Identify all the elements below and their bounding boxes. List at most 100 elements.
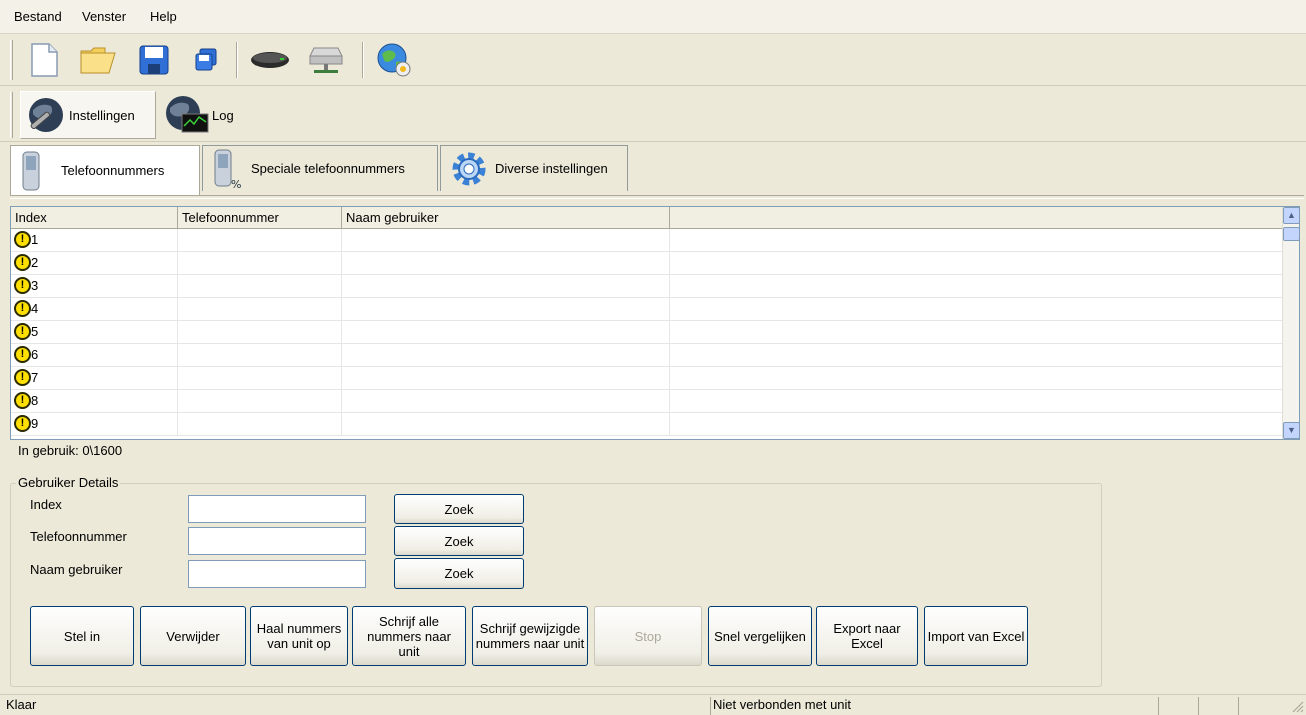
warning-icon: ! [14,254,31,271]
status-panel-empty [1238,697,1282,715]
device-button[interactable] [250,40,290,80]
phone-icon [22,151,40,190]
open-button[interactable] [78,40,118,80]
verwijder-button[interactable]: Verwijder [140,606,246,666]
table-cell [342,344,670,367]
save-all-icon [195,48,217,71]
row-index: 4 [31,301,39,316]
index-input[interactable] [188,495,366,523]
table-cell: ! 9 [11,413,178,436]
table-cell: ! 3 [11,275,178,298]
table-row[interactable]: ! 5 [11,321,1283,344]
menu-bestand[interactable]: Bestand [14,9,62,24]
status-bar: Klaar Niet verbonden met unit [0,694,1306,715]
phone-number-list[interactable]: Index Telefoonnummer Naam gebruiker ! 1! 2… [10,206,1300,440]
column-header-naam-gebruiker[interactable]: Naam gebruiker [342,207,670,229]
telefoonnummer-input[interactable] [188,527,366,555]
warning-icon: ! [14,392,31,409]
warning-icon: ! [14,277,31,294]
table-cell [178,390,342,413]
device-icon [251,52,289,68]
log-globe-icon [166,96,209,133]
tab-speciale-label: Speciale telefoonnummers [251,161,405,176]
table-cell: ! 6 [11,344,178,367]
new-file-icon [31,43,58,77]
tab-telefoonnummers[interactable]: Telefoonnummers [10,145,200,195]
column-header-telefoonnummer[interactable]: Telefoonnummer [178,207,342,229]
save-icon [139,45,169,75]
menu-venster[interactable]: Venster [82,9,126,24]
warning-icon: ! [14,323,31,340]
new-file-button[interactable] [24,40,64,80]
export-excel-button[interactable]: Export naar Excel [816,606,918,666]
resize-grip-icon[interactable] [1290,699,1304,713]
row-index: 2 [31,255,39,270]
table-cell: ! 1 [11,229,178,252]
table-cell [178,252,342,275]
table-cell [342,229,670,252]
haal-nummers-button[interactable]: Haal nummers van unit op [250,606,348,666]
tab-diverse-label: Diverse instellingen [495,161,608,176]
menu-bar: Bestand Venster Help [0,0,1306,34]
table-cell [178,367,342,390]
table-cell [670,321,1283,344]
tab-divider [10,195,1304,199]
network-button[interactable] [306,40,346,80]
scroll-down-button[interactable]: ▼ [1283,422,1299,439]
table-cell [670,229,1283,252]
stop-button[interactable]: Stop [594,606,702,666]
save-button[interactable] [134,40,174,80]
table-row[interactable]: ! 2 [11,252,1283,275]
table-cell: ! 7 [11,367,178,390]
index-label: Index [30,497,62,512]
schrijf-gewijzigde-button[interactable]: Schrijf gewijzigde nummers naar unit [472,606,588,666]
naam-gebruiker-input[interactable] [188,560,366,588]
naam-gebruiker-label: Naam gebruiker [30,562,123,577]
view-instellingen-button[interactable]: Instellingen [20,91,156,139]
table-row[interactable]: ! 1 [11,229,1283,252]
table-row[interactable]: ! 3 [11,275,1283,298]
tab-speciale-telefoonnummers[interactable]: % Speciale telefoonnummers [202,145,438,191]
table-row[interactable]: ! 4 [11,298,1283,321]
scroll-up-button[interactable]: ▲ [1283,207,1299,224]
usage-count: In gebruik: 0\1600 [18,443,123,458]
import-excel-button[interactable]: Import van Excel [924,606,1028,666]
toolbar-grip[interactable] [10,40,13,80]
table-cell [178,413,342,436]
globe-help-button[interactable] [374,40,414,80]
snel-vergelijken-button[interactable]: Snel vergelijken [708,606,812,666]
gear-icon [452,152,486,185]
row-index: 3 [31,278,39,293]
warning-icon: ! [14,415,31,432]
row-index: 1 [31,232,39,247]
save-all-button[interactable] [186,40,226,80]
vertical-scrollbar[interactable]: ▲ ▼ [1282,207,1299,439]
view-log-button[interactable]: Log [160,91,240,139]
tab-diverse-instellingen[interactable]: Diverse instellingen [440,145,628,191]
table-row[interactable]: ! 7 [11,367,1283,390]
table-row[interactable]: ! 8 [11,390,1283,413]
tab-strip: Telefoonnummers % Speciale telefoonnumme… [10,145,1304,197]
row-index: 7 [31,370,39,385]
user-details-title: Gebruiker Details [16,475,121,490]
stel-in-button[interactable]: Stel in [30,606,134,666]
table-cell [178,344,342,367]
warning-icon: ! [14,346,31,363]
zoek-naam-button[interactable]: Zoek [394,558,524,589]
status-panel-empty [1158,697,1198,715]
table-row[interactable]: ! 9 [11,413,1283,436]
schrijf-alle-button[interactable]: Schrijf alle nummers naar unit [352,606,466,666]
zoek-index-button[interactable]: Zoek [394,494,524,524]
viewbar-grip[interactable] [10,92,13,138]
column-header-empty[interactable] [670,207,1283,229]
zoek-telefoonnummer-button[interactable]: Zoek [394,526,524,556]
menu-help[interactable]: Help [150,9,177,24]
scroll-thumb[interactable] [1283,227,1299,241]
svg-text:%: % [231,178,241,190]
table-row[interactable]: ! 6 [11,344,1283,367]
warning-icon: ! [14,300,31,317]
special-phone-icon: % [214,149,241,190]
table-cell [178,321,342,344]
column-header-index[interactable]: Index [11,207,178,229]
connection-status: Niet verbonden met unit [710,697,1158,715]
